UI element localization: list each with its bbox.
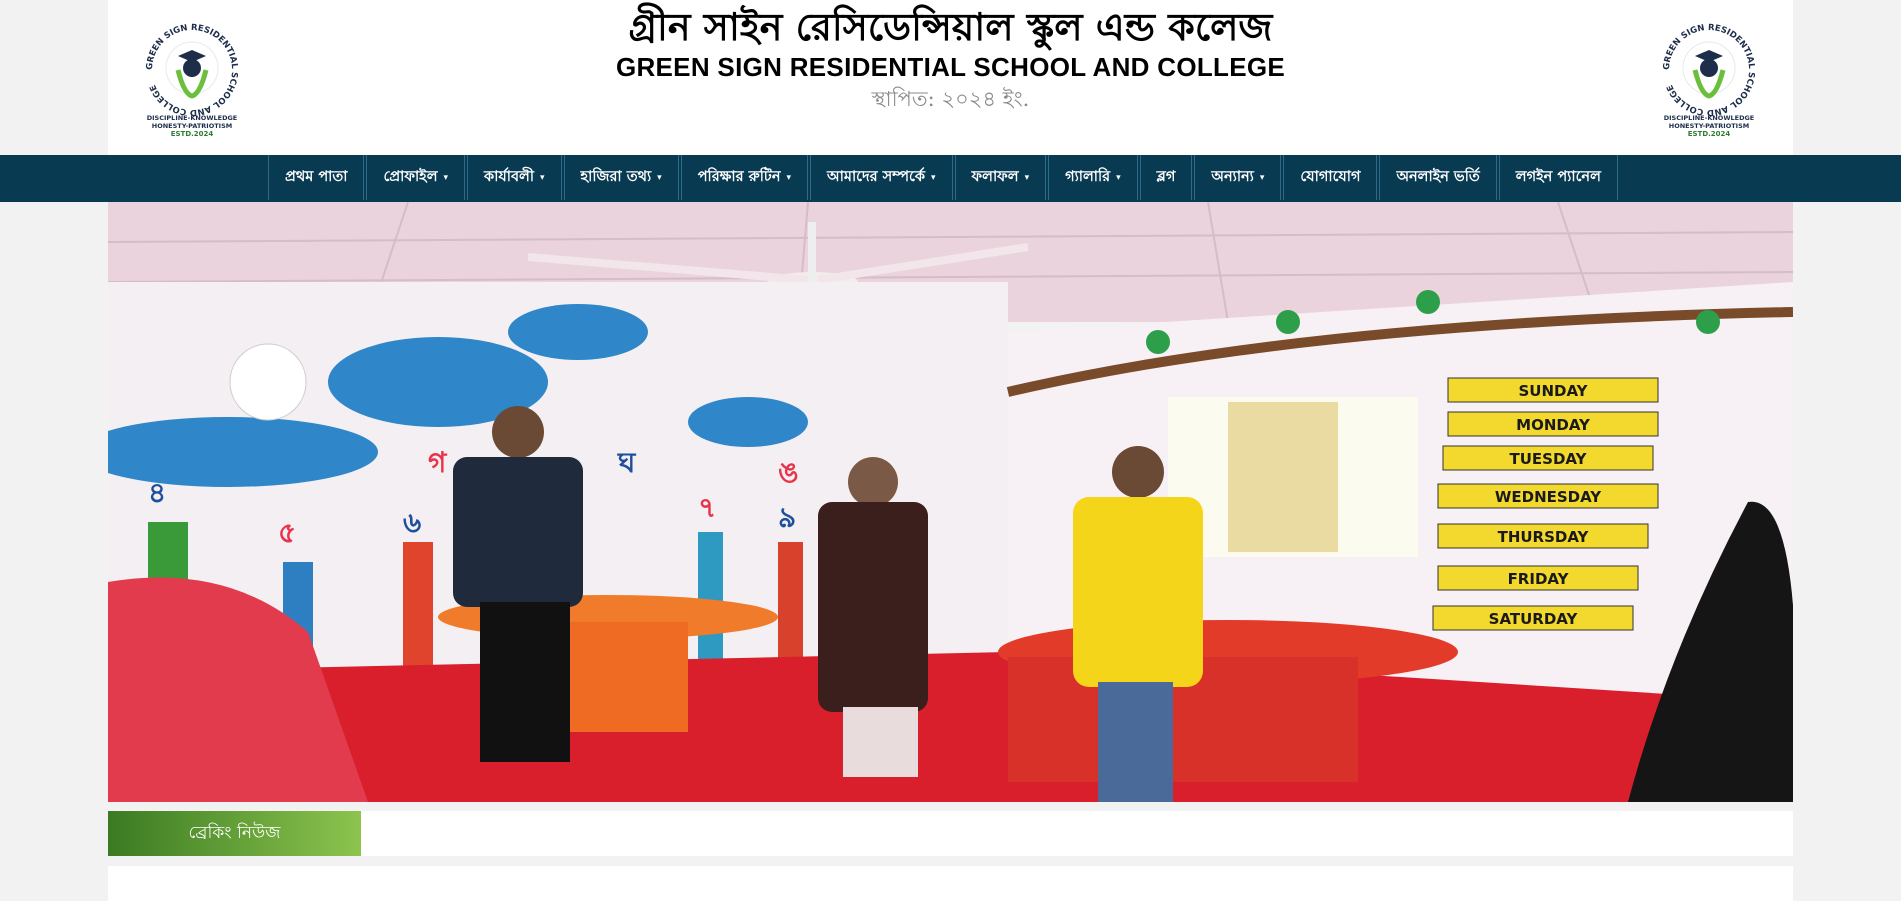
nav-label: আমাদের সম্পর্কে xyxy=(827,168,926,185)
site-title-english: GREEN SIGN RESIDENTIAL SCHOOL AND COLLEG… xyxy=(615,52,1286,82)
nav-item-gallery[interactable]: গ্যালারি ▾ xyxy=(1048,155,1138,200)
wall-letter: ৬ xyxy=(403,506,421,539)
nav-label: কার্যাবলী xyxy=(484,168,534,185)
main-navbar: প্রথম পাতা প্রোফাইল ▾ কার্যাবলী ▾ হাজিরা ত… xyxy=(0,155,1901,202)
caret-down-icon: ▾ xyxy=(539,172,545,183)
site-header: GREEN SIGN RESIDENTIAL SCHOOL AND COLLEG… xyxy=(108,0,1793,155)
nav-label: ব্লগ xyxy=(1156,168,1176,185)
caret-down-icon: ▾ xyxy=(1116,172,1121,183)
site-title-block: গ্রীন সাইন রেসিডেন্সিয়াল স্কুল এন্ড কলে… xyxy=(108,0,1793,114)
nav-item-home[interactable]: প্রথম পাতা xyxy=(268,155,365,200)
nav-item-online-admission[interactable]: অনলাইন ভর্তি xyxy=(1379,155,1497,200)
nav-item-blog[interactable]: ব্লগ xyxy=(1139,155,1193,200)
nav-label: হাজিরা তথ্য xyxy=(580,168,652,185)
breaking-news-label: ব্রেকিং নিউজ xyxy=(108,811,361,856)
wall-day-thursday: THURSDAY xyxy=(1498,528,1590,546)
nav-label: অন্যান্য xyxy=(1211,168,1254,185)
nav-label: যোগাযোগ xyxy=(1300,168,1361,185)
logo-motto-1: DISCIPLINE-KNOWLEDGE xyxy=(1664,114,1755,122)
wall-letter: ঙ xyxy=(778,456,799,489)
logo-motto-1: DISCIPLINE-KNOWLEDGE xyxy=(147,114,238,122)
nav-menu: প্রথম পাতা প্রোফাইল ▾ কার্যাবলী ▾ হাজিরা ত… xyxy=(268,155,1620,202)
wall-letter: ৭ xyxy=(698,491,716,524)
nav-item-others[interactable]: অন্যান্য ▾ xyxy=(1194,155,1282,200)
nav-label: লগইন প্যানেল xyxy=(1515,168,1601,185)
logo-motto-2: HONESTY-PATRIOTISM xyxy=(152,122,233,130)
nav-label: ফলাফল xyxy=(971,168,1019,185)
logo-estd: ESTD.2024 xyxy=(1688,130,1731,138)
content-section xyxy=(108,866,1793,901)
nav-item-results[interactable]: ফলাফল ▾ xyxy=(954,155,1047,200)
nav-label: প্রোফাইল xyxy=(383,168,438,185)
wall-letter: ৯ xyxy=(778,501,796,534)
nav-item-activities[interactable]: কার্যাবলী ▾ xyxy=(467,155,562,200)
wall-day-friday: FRIDAY xyxy=(1508,570,1570,588)
wall-day-saturday: SATURDAY xyxy=(1489,610,1579,628)
caret-down-icon: ▾ xyxy=(443,172,449,183)
hero-banner-image[interactable]: SUNDAY MONDAY TUESDAY WEDNESDAY THURSDAY… xyxy=(108,202,1793,802)
nav-item-exam-routine[interactable]: পরিক্ষার রুটিন ▾ xyxy=(680,155,809,200)
nav-label: প্রথম পাতা xyxy=(285,168,348,185)
caret-down-icon: ▾ xyxy=(657,172,662,183)
wall-letter: ৫ xyxy=(278,516,296,549)
wall-day-wednesday: WEDNESDAY xyxy=(1495,488,1602,506)
wall-day-monday: MONDAY xyxy=(1516,416,1591,434)
nav-item-login-panel[interactable]: লগইন প্যানেল xyxy=(1498,155,1618,200)
caret-down-icon: ▾ xyxy=(1259,172,1265,183)
wall-letter: ঘ xyxy=(617,446,637,479)
wall-day-tuesday: TUESDAY xyxy=(1510,450,1588,468)
hero-classroom-scene: SUNDAY MONDAY TUESDAY WEDNESDAY THURSDAY… xyxy=(108,202,1793,802)
logo-motto-2: HONESTY-PATRIOTISM xyxy=(1669,122,1750,130)
established-text: স্থাপিত: ২০২৪ ইং. xyxy=(871,87,1030,111)
nav-label: পরিক্ষার রুটিন xyxy=(697,168,781,185)
logo-estd: ESTD.2024 xyxy=(171,130,214,138)
wall-letter: গ xyxy=(428,446,448,479)
caret-down-icon: ▾ xyxy=(786,172,792,183)
breaking-news-bar: ব্রেকিং নিউজ xyxy=(108,811,1793,856)
nav-label: গ্যালারি xyxy=(1065,168,1111,185)
school-logo-right[interactable]: GREEN SIGN RESIDENTIAL SCHOOL AND COLLEG… xyxy=(1649,10,1769,140)
nav-item-profile[interactable]: প্রোফাইল ▾ xyxy=(366,155,466,200)
wall-day-sunday: SUNDAY xyxy=(1518,382,1588,400)
caret-down-icon: ▾ xyxy=(931,172,936,183)
nav-label: অনলাইন ভর্তি xyxy=(1396,168,1480,185)
nav-item-attendance[interactable]: হাজিরা তথ্য ▾ xyxy=(563,155,679,200)
nav-item-contact[interactable]: যোগাযোগ xyxy=(1283,155,1378,200)
wall-letter: ৪ xyxy=(148,476,166,509)
site-title-bengali: গ্রীন সাইন রেসিডেন্সিয়াল স্কুল এন্ড কলে… xyxy=(628,4,1273,49)
nav-item-about-us[interactable]: আমাদের সম্পর্কে ▾ xyxy=(810,155,953,200)
caret-down-icon: ▾ xyxy=(1024,172,1030,183)
